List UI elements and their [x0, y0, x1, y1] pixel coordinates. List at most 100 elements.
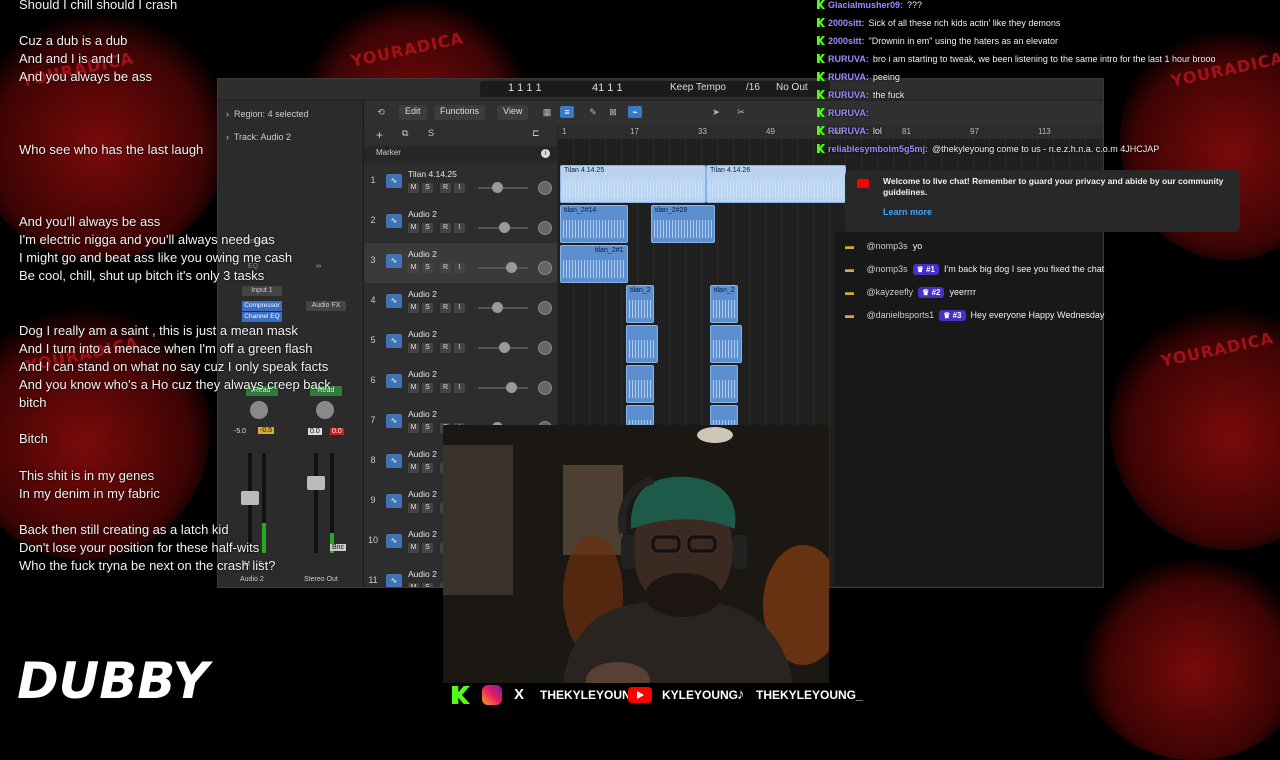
volume-fader[interactable] — [241, 491, 259, 505]
audio-fx-slot[interactable]: Audio FX — [306, 301, 346, 311]
input-monitor-button[interactable]: I — [454, 183, 465, 193]
solo-button[interactable]: S — [422, 463, 433, 473]
track-row[interactable]: 6 ∿ Audio 2 MSRI — [364, 363, 557, 404]
audio-region[interactable]: Tilan 4.14.25 — [560, 165, 706, 203]
pointer-tool-icon[interactable]: ➤ — [709, 106, 723, 118]
track-name[interactable]: Audio 2 — [408, 329, 437, 339]
volume-slider[interactable] — [506, 262, 517, 273]
pan-knob[interactable] — [538, 301, 552, 315]
volume-slider[interactable] — [492, 302, 503, 313]
solo-button[interactable]: S — [422, 263, 433, 273]
view-menu[interactable]: View — [497, 105, 529, 120]
volume-fader[interactable] — [307, 476, 325, 490]
pencil-icon[interactable]: ✎ — [586, 106, 600, 118]
pan-knob[interactable] — [538, 181, 552, 195]
chat-username[interactable]: 2000sitt: — [828, 18, 865, 28]
track-name[interactable]: Audio 2 — [408, 449, 437, 459]
audio-region[interactable]: tilan_2 — [626, 285, 654, 323]
audio-region[interactable] — [710, 365, 738, 403]
chat-username[interactable]: 2000sitt: — [828, 36, 865, 46]
pan-knob[interactable] — [538, 221, 552, 235]
solo-button[interactable]: S — [422, 503, 433, 513]
track-row[interactable]: 3 ∿ Audio 2 MSRI — [364, 243, 557, 284]
list-icon[interactable]: ≡ — [560, 106, 574, 118]
plugin-channel-eq[interactable]: Channel EQ — [242, 312, 282, 322]
chat-username[interactable]: Glacialmusher09: — [828, 0, 903, 10]
pan-knob[interactable] — [538, 381, 552, 395]
record-button[interactable]: R — [440, 343, 451, 353]
chat-username[interactable]: RURUVA: — [828, 72, 869, 82]
track-name[interactable]: Audio 2 — [408, 409, 437, 419]
record-button[interactable]: R — [440, 263, 451, 273]
volume-slider[interactable] — [499, 342, 510, 353]
duplicate-track-icon[interactable]: ⧉ — [402, 128, 408, 139]
mute-button[interactable]: M — [408, 383, 419, 393]
pan-knob[interactable] — [316, 401, 334, 419]
input-monitor-button[interactable]: I — [454, 383, 465, 393]
audio-region[interactable] — [626, 325, 658, 363]
track-name[interactable]: Audio 2 — [408, 289, 437, 299]
volume-slider[interactable] — [492, 182, 503, 193]
youtube-username[interactable]: @nomp3s — [867, 241, 908, 251]
track-name[interactable]: Audio 2 — [408, 569, 437, 579]
mute-button[interactable]: M — [408, 543, 419, 553]
track-row[interactable]: 4 ∿ Audio 2 MSRI — [364, 283, 557, 324]
solo-button[interactable]: S — [422, 303, 433, 313]
youtube-username[interactable]: @kayzeefly — [867, 287, 914, 297]
plugin-compressor[interactable]: Compressor — [242, 301, 282, 311]
lcd-out[interactable]: No Out — [776, 82, 808, 93]
solo-all-button[interactable]: S — [428, 128, 434, 138]
track-row[interactable]: 2 ∿ Audio 2 MSRI — [364, 203, 557, 244]
track-name[interactable]: Audio 2 — [408, 249, 437, 259]
record-button[interactable]: R — [440, 183, 451, 193]
track-name[interactable]: Audio 2 — [408, 369, 437, 379]
scissors-tool-icon[interactable]: ✂ — [734, 106, 748, 118]
pan-knob[interactable] — [250, 401, 268, 419]
input-slot[interactable]: Input 1 — [242, 286, 282, 296]
input-monitor-button[interactable]: I — [454, 223, 465, 233]
record-button[interactable]: R — [440, 383, 451, 393]
youtube-username[interactable]: @danielbsports1 — [867, 310, 935, 320]
audio-region[interactable]: tilan_2 — [710, 285, 738, 323]
region-inspector[interactable]: › Region: 4 selected — [226, 109, 309, 119]
solo-button[interactable]: S — [422, 223, 433, 233]
audio-region[interactable]: tilan_2#14 — [560, 205, 628, 243]
track-row[interactable]: 5 ∿ Audio 2 MSRI — [364, 323, 557, 364]
functions-menu[interactable]: Functions — [434, 105, 486, 120]
mute-button[interactable]: M — [408, 583, 419, 587]
snap-icon[interactable]: ⌁ — [628, 106, 642, 118]
volume-slider[interactable] — [499, 222, 510, 233]
audio-region[interactable]: Tilan 4.14.26 — [706, 165, 846, 203]
audio-region[interactable]: tilan_2#28 — [651, 205, 715, 243]
input-monitor-button[interactable]: I — [454, 343, 465, 353]
input-monitor-button[interactable]: I — [454, 303, 465, 313]
chat-username[interactable]: reliablesymbolm5g5mj: — [828, 144, 928, 154]
chat-username[interactable]: RURUVA: — [828, 54, 869, 64]
mute-button[interactable]: M — [408, 503, 419, 513]
audio-region[interactable] — [710, 325, 742, 363]
chat-username[interactable]: RURUVA: — [828, 126, 869, 136]
grid-icon[interactable]: ▦ — [540, 106, 554, 118]
solo-button[interactable]: S — [422, 343, 433, 353]
track-name[interactable]: Audio 2 — [408, 529, 437, 539]
track-name[interactable]: Tilan 4.14.25 — [408, 169, 457, 179]
mute-button[interactable]: M — [408, 343, 419, 353]
mute-button[interactable]: M — [408, 463, 419, 473]
mute-button[interactable]: M — [408, 303, 419, 313]
mute-button[interactable]: M — [408, 423, 419, 433]
pan-knob[interactable] — [538, 261, 552, 275]
audio-region[interactable] — [626, 365, 654, 403]
learn-more-link[interactable]: Learn more — [883, 207, 932, 217]
youtube-username[interactable]: @nomp3s — [867, 264, 908, 274]
flex-icon[interactable]: ⊠ — [606, 106, 620, 118]
solo-button[interactable]: S — [422, 423, 433, 433]
link-icon[interactable]: ∞ — [316, 263, 321, 270]
edit-menu[interactable]: Edit — [399, 105, 427, 120]
solo-button[interactable]: S — [422, 543, 433, 553]
lcd-tempo-label[interactable]: Keep Tempo — [670, 82, 726, 93]
audio-region[interactable]: tilan_2#1 — [560, 245, 628, 283]
bounce-button[interactable]: Bnc — [330, 544, 347, 551]
lcd-division[interactable]: /16 — [746, 82, 760, 93]
solo-button[interactable]: S — [422, 583, 433, 587]
record-button[interactable]: R — [440, 223, 451, 233]
